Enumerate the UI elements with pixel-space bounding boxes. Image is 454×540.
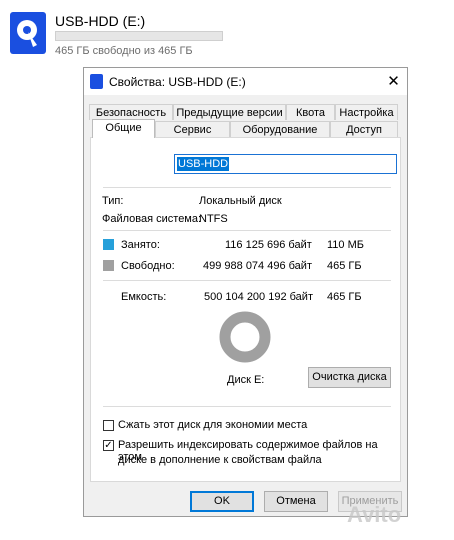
tab-quota[interactable]: Квота [286, 104, 335, 120]
cancel-button[interactable]: Отмена [264, 491, 328, 512]
filesystem-label: Файловая система: [102, 213, 202, 225]
avito-watermark: Avito [347, 502, 402, 527]
index-label-line2[interactable]: диске в дополнение к свойствам файла [118, 454, 322, 466]
general-tab-panel: USB-HDD Тип: Локальный диск Файловая сис… [90, 137, 401, 482]
capacity-label: Емкость: [121, 291, 167, 303]
disk-cleanup-button[interactable]: Очистка диска [308, 367, 391, 388]
volume-name-input[interactable]: USB-HDD [174, 154, 397, 174]
free-label: Свободно: [121, 260, 175, 272]
tab-tools[interactable]: Сервис [155, 121, 230, 137]
separator [103, 230, 391, 231]
filesystem-value: NTFS [199, 213, 228, 225]
compress-checkbox[interactable] [103, 420, 114, 431]
separator [103, 406, 391, 407]
capacity-short: 465 ГБ [327, 291, 362, 303]
title-bar[interactable]: Свойства: USB-HDD (E:) ✕ [84, 68, 407, 95]
index-checkbox[interactable]: ✓ [103, 440, 114, 451]
tab-general[interactable]: Общие [92, 119, 155, 138]
drive-small-icon [90, 74, 103, 89]
used-bytes: 116 125 696 байт [225, 239, 312, 251]
separator [103, 280, 391, 281]
used-color-swatch [103, 239, 114, 250]
type-value: Локальный диск [199, 195, 282, 207]
tab-sharing[interactable]: Доступ [330, 121, 398, 137]
separator [103, 187, 391, 188]
disk-usage-donut [219, 311, 271, 363]
tab-security[interactable]: Безопасность [89, 104, 173, 120]
disk-label: Диск E: [227, 374, 265, 386]
drive-name[interactable]: USB-HDD (E:) [55, 13, 145, 29]
drive-icon [10, 12, 46, 54]
compress-label[interactable]: Сжать этот диск для экономии места [118, 419, 307, 431]
properties-dialog: Свойства: USB-HDD (E:) ✕ Безопасность Пр… [83, 67, 408, 517]
type-label: Тип: [102, 195, 124, 207]
used-label: Занято: [121, 239, 160, 251]
free-color-swatch [103, 260, 114, 271]
dialog-title: Свойства: USB-HDD (E:) [109, 75, 246, 89]
tab-customize[interactable]: Настройка [335, 104, 398, 120]
drive-free-space: 465 ГБ свободно из 465 ГБ [55, 45, 193, 57]
volume-name-selection: USB-HDD [177, 157, 230, 171]
free-short: 465 ГБ [327, 260, 362, 272]
tab-previous-versions[interactable]: Предыдущие версии [173, 104, 286, 120]
tab-hardware[interactable]: Оборудование [230, 121, 330, 137]
capacity-bytes: 500 104 200 192 байт [204, 291, 313, 303]
drive-usage-bar [55, 31, 223, 41]
close-button[interactable]: ✕ [380, 68, 407, 95]
used-short: 110 МБ [327, 239, 364, 251]
free-bytes: 499 988 074 496 байт [203, 260, 312, 272]
ok-button[interactable]: OK [190, 491, 254, 512]
